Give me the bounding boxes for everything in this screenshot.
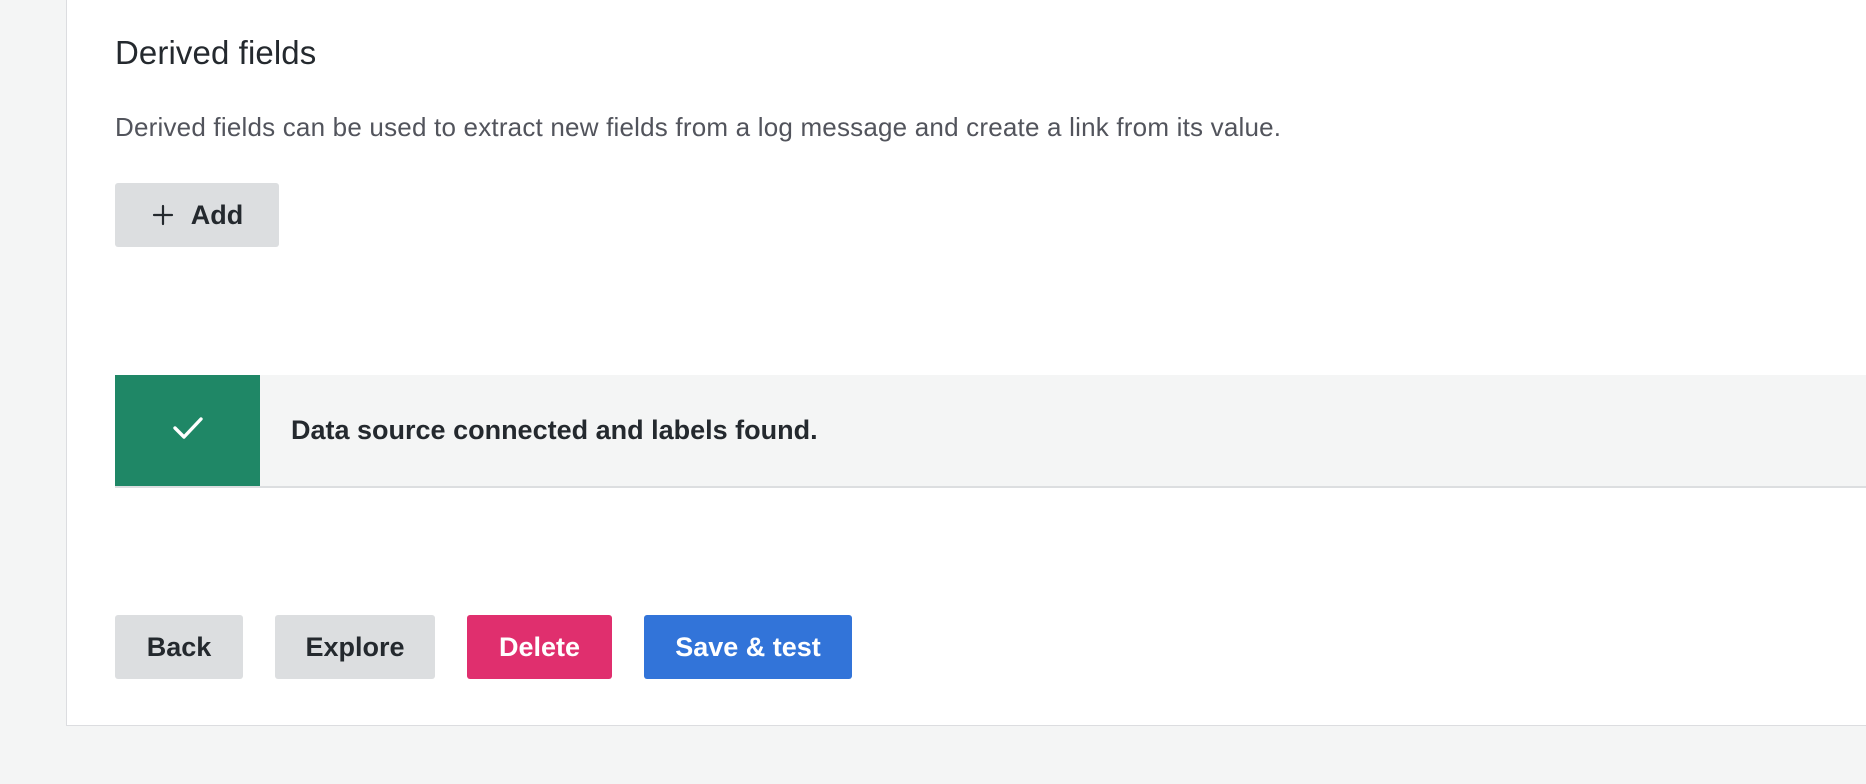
settings-panel: Derived fields Derived fields can be use… bbox=[66, 0, 1866, 726]
check-icon bbox=[172, 415, 204, 446]
add-derived-field-button[interactable]: Add bbox=[115, 183, 279, 247]
success-alert: Data source connected and labels found. bbox=[115, 375, 1866, 488]
alert-message: Data source connected and labels found. bbox=[291, 415, 818, 445]
section-title: Derived fields bbox=[115, 34, 317, 71]
delete-button[interactable]: Delete bbox=[467, 615, 612, 679]
plus-icon bbox=[151, 203, 175, 227]
section-description: Derived fields can be used to extract ne… bbox=[115, 112, 1282, 142]
back-button[interactable]: Back bbox=[115, 615, 243, 679]
add-button-label: Add bbox=[190, 199, 244, 230]
save-and-test-button[interactable]: Save & test bbox=[644, 615, 852, 679]
alert-icon-container bbox=[115, 375, 260, 486]
explore-button[interactable]: Explore bbox=[275, 615, 435, 679]
page: Derived fields Derived fields can be use… bbox=[0, 0, 1866, 784]
